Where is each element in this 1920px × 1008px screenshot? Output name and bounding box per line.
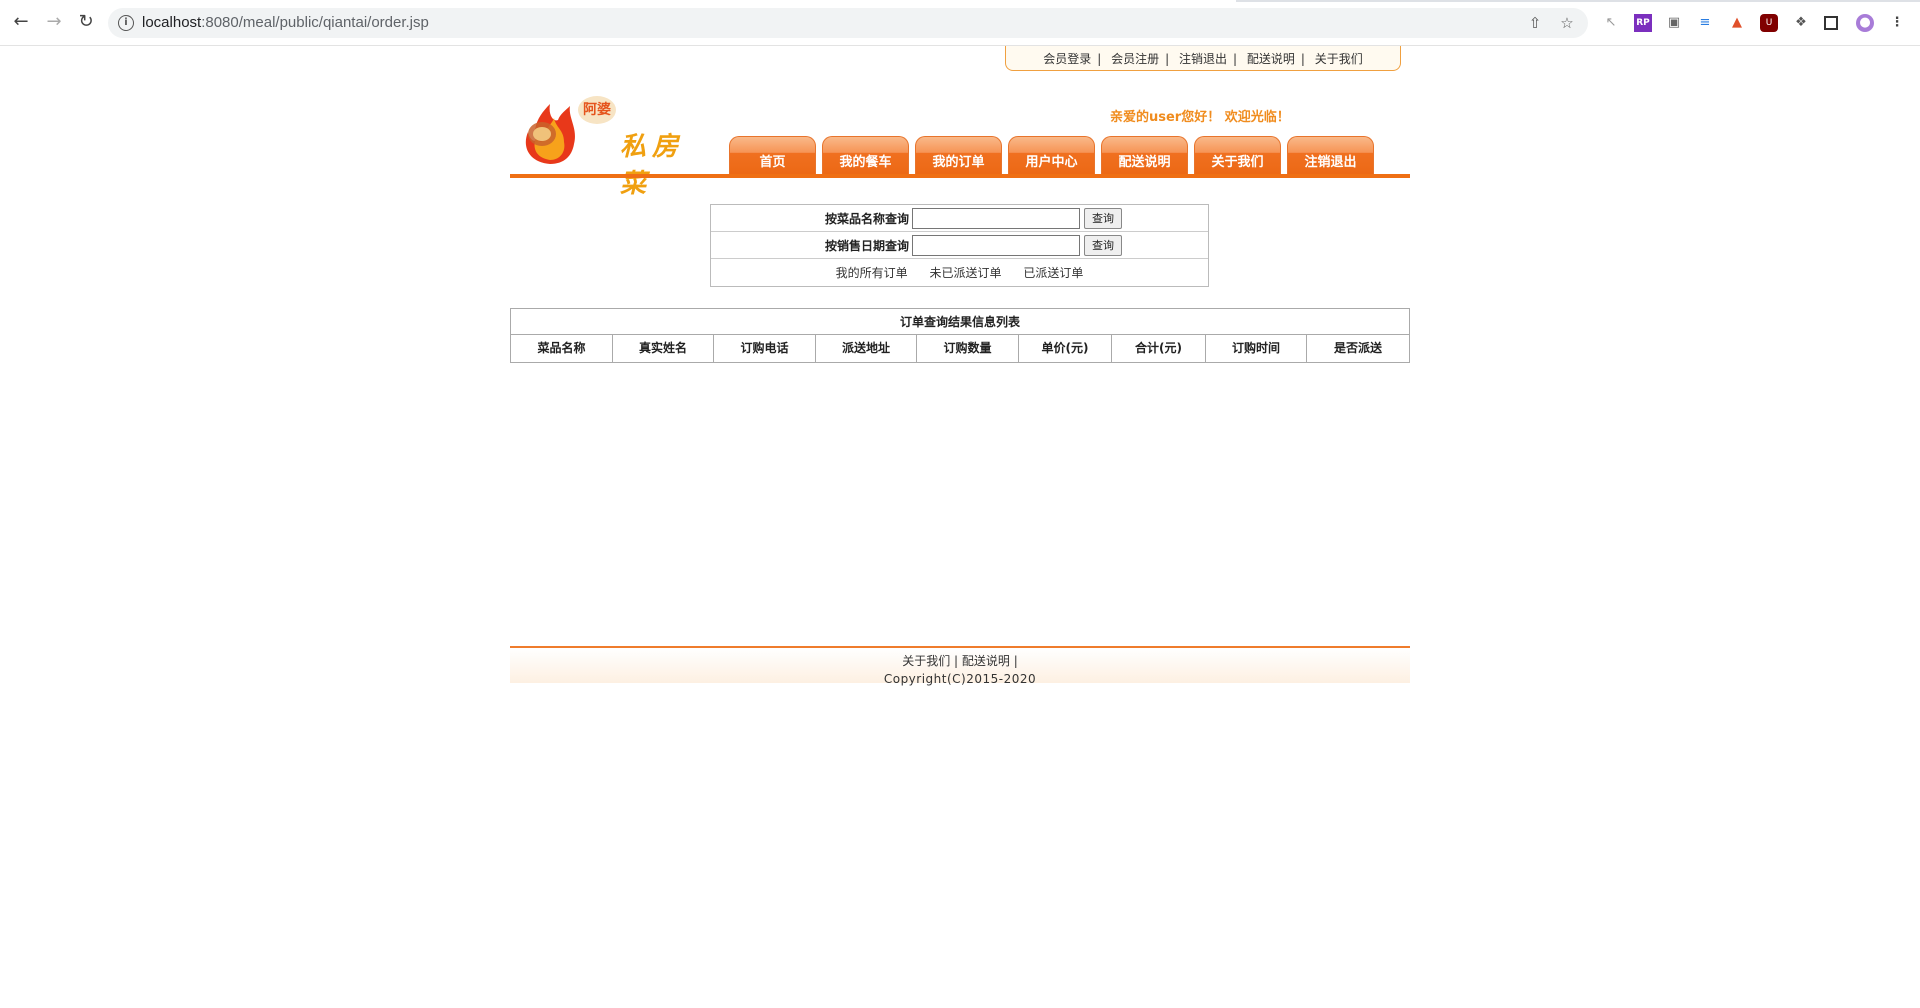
results-caption: 订单查询结果信息列表: [511, 309, 1409, 335]
search-by-date-button[interactable]: 查询: [1084, 234, 1122, 256]
logo-calligraphy: 私房菜: [620, 132, 685, 199]
top-links-bar: 会员登录 | 会员注册 | 注销退出 | 配送说明 | 关于我们: [1005, 46, 1401, 71]
cursor-extension-icon[interactable]: ↖: [1602, 14, 1620, 32]
order-results-table: 订单查询结果信息列表 菜品名称 真实姓名 订购电话 派送地址 订购数量 单价(元…: [510, 308, 1410, 363]
browser-toolbar: ← → ↻ i localhost:8080/meal/public/qiant…: [0, 0, 1920, 46]
column-header: 订购时间: [1206, 335, 1307, 362]
search-by-date-input[interactable]: [912, 234, 1080, 256]
column-header: 派送地址: [816, 335, 917, 362]
reload-icon[interactable]: ↻: [75, 11, 97, 33]
nav-tab-orders[interactable]: 我的订单: [915, 136, 1002, 176]
column-header: 是否派送: [1333, 341, 1382, 355]
nav-tab-user-center[interactable]: 用户中心: [1008, 136, 1095, 176]
page-footer: 关于我们 | 配送说明 | Copyright(C)2015-2020: [510, 646, 1410, 686]
rp-extension-icon[interactable]: RP: [1634, 14, 1652, 32]
address-bar[interactable]: i localhost:8080/meal/public/qiantai/ord…: [108, 8, 1588, 38]
ublock-extension-icon[interactable]: U: [1760, 14, 1778, 32]
nav-tab-home[interactable]: 首页: [729, 136, 816, 176]
top-link-about[interactable]: 关于我们: [1315, 52, 1363, 66]
top-link-register[interactable]: 会员注册: [1111, 52, 1159, 66]
column-header: 合计(元): [1112, 335, 1206, 362]
profile-avatar-icon[interactable]: ●: [1856, 14, 1874, 32]
side-panel-icon[interactable]: [1824, 16, 1838, 30]
column-header: 菜品名称: [511, 335, 613, 362]
footer-links: 关于我们 | 配送说明 |: [902, 654, 1018, 668]
top-link-logout[interactable]: 注销退出: [1179, 52, 1227, 66]
menu-kebab-icon[interactable]: ⋮: [1888, 14, 1906, 32]
flame-logo-icon: [525, 104, 575, 164]
search-by-date-label: 按销售日期查询: [824, 238, 909, 253]
forward-arrow-icon[interactable]: →: [43, 11, 65, 33]
back-arrow-icon[interactable]: ←: [10, 11, 32, 33]
order-search-form: 按菜品名称查询 查询 按销售日期查询 查询 我的所有订单 未已派送订单 已派送订…: [710, 204, 1209, 287]
nav-tab-delivery[interactable]: 配送说明: [1101, 136, 1188, 176]
site-logo: 阿婆 私房菜: [520, 96, 710, 199]
footer-link-about[interactable]: 关于我们: [902, 654, 950, 668]
footer-copyright: Copyright(C)2015-2020: [883, 672, 1037, 686]
puzzle-extensions-icon[interactable]: ❖: [1792, 14, 1810, 32]
search-row-by-date: 按销售日期查询 查询: [711, 232, 1208, 259]
top-link-delivery[interactable]: 配送说明: [1247, 52, 1295, 66]
nav-tab-cart[interactable]: 我的餐车: [822, 136, 909, 176]
logo-badge: 阿婆: [578, 96, 616, 124]
filter-delivered-orders[interactable]: 已派送订单: [1023, 266, 1083, 280]
column-header: 订购电话: [714, 335, 816, 362]
main-nav: 首页 我的餐车 我的订单 用户中心 配送说明 关于我们 注销退出: [729, 136, 1380, 176]
filter-undelivered-orders[interactable]: 未已派送订单: [929, 266, 1001, 280]
nav-tab-about[interactable]: 关于我们: [1194, 136, 1281, 176]
tree-extension-icon[interactable]: ▲: [1728, 14, 1746, 32]
footer-link-delivery[interactable]: 配送说明: [962, 654, 1010, 668]
search-by-name-button[interactable]: 查询: [1084, 207, 1122, 229]
welcome-message: 亲爱的user您好！ 欢迎光临！: [1110, 110, 1290, 125]
bookmark-star-icon[interactable]: ☆: [1558, 14, 1576, 32]
site-info-icon[interactable]: i: [118, 15, 134, 31]
store-extension-icon[interactable]: ▣: [1665, 14, 1683, 32]
top-link-login[interactable]: 会员登录: [1043, 52, 1091, 66]
column-header: 真实姓名: [613, 335, 714, 362]
results-header-row: 菜品名称 真实姓名 订购电话 派送地址 订购数量 单价(元) 合计(元) 订购时…: [511, 335, 1409, 362]
search-by-name-label: 按菜品名称查询: [824, 211, 909, 226]
order-filter-row: 我的所有订单 未已派送订单 已派送订单: [711, 259, 1208, 286]
column-header: 单价(元): [1019, 335, 1112, 362]
nav-tab-logout[interactable]: 注销退出: [1287, 136, 1374, 176]
order-filter-links: 我的所有订单 未已派送订单 已派送订单: [711, 264, 1208, 281]
share-icon[interactable]: ⇧: [1526, 14, 1544, 32]
layers-extension-icon[interactable]: ≡: [1696, 14, 1714, 32]
search-by-name-input[interactable]: [912, 207, 1080, 229]
search-row-by-name: 按菜品名称查询 查询: [711, 205, 1208, 232]
filter-all-orders[interactable]: 我的所有订单: [836, 266, 908, 280]
nav-underline: [510, 174, 1410, 178]
url-text[interactable]: localhost:8080/meal/public/qiantai/order…: [142, 14, 429, 31]
column-header: 订购数量: [917, 335, 1019, 362]
